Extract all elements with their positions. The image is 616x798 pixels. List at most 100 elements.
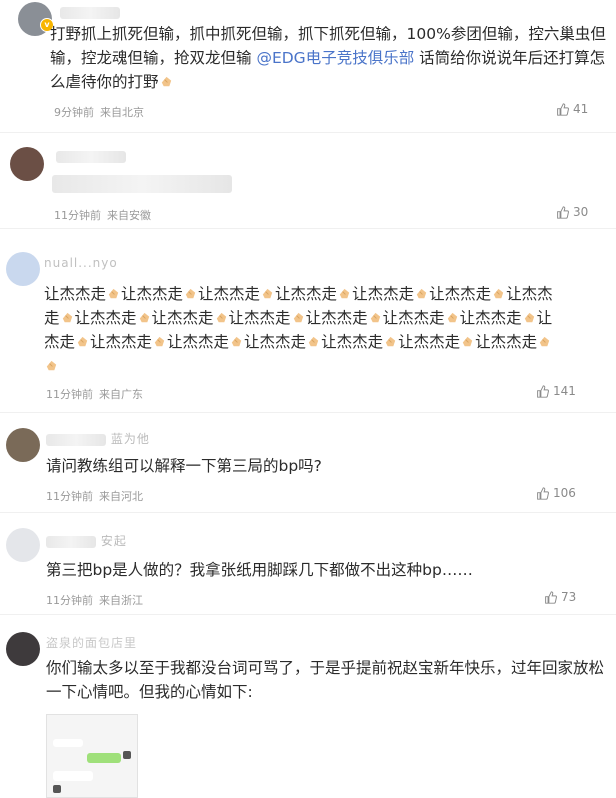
comment-text: 请问教练组可以解释一下第三局的bp吗? <box>46 457 322 475</box>
avatar[interactable] <box>10 147 44 181</box>
chant-word: 让杰杰走 <box>382 309 445 327</box>
username[interactable]: nuall...nyo <box>44 256 118 270</box>
clapping-hands-emoji <box>416 288 427 299</box>
comment-6: 盗泉的面包店里 你们输太多以至于我都没台词可骂了，于是乎提前祝赵宝新年快乐，过年… <box>0 624 616 798</box>
attached-image[interactable] <box>46 714 138 798</box>
comment-1: v 打野抓上抓死但输，抓中抓死但输，抓下抓死但输，100%参团但输，控六巢虫但输… <box>0 0 616 130</box>
clapping-hands-emoji <box>539 336 550 347</box>
clapping-hands-emoji <box>46 360 57 371</box>
location: 来自浙江 <box>99 594 143 607</box>
chant-word: 杰走 <box>44 333 76 351</box>
chant-word: 让杰杰走 <box>321 333 384 351</box>
location: 来自安徽 <box>107 209 151 222</box>
timestamp: 11分钟前 <box>54 209 101 222</box>
like-count: 73 <box>561 590 577 604</box>
like-count: 141 <box>553 384 576 398</box>
clapping-hands-emoji <box>293 312 303 323</box>
divider <box>0 412 616 413</box>
clapping-hands-emoji <box>524 312 534 323</box>
chant-word: 让杰杰走 <box>305 309 368 327</box>
chant-word: 让杰杰走 <box>244 333 307 351</box>
thumb-up-icon <box>537 384 549 398</box>
comment-text-redacted <box>52 171 232 195</box>
chant-word: 让杰杰走 <box>90 333 153 351</box>
avatar[interactable] <box>6 428 40 462</box>
chant-word: 让杰杰走 <box>198 285 261 303</box>
mention-link[interactable]: @EDG电子竞技俱乐部 <box>256 49 414 67</box>
chant-line: 走让杰杰走 让杰杰走 让杰杰走 让杰杰走 让杰杰走 让杰杰走让 <box>44 306 604 330</box>
timestamp: 9分钟前 <box>54 106 94 119</box>
chant-word: 让杰杰 <box>506 285 553 303</box>
clapping-hands-emoji <box>385 336 396 347</box>
comment-text: 你们输太多以至于我都没台词可骂了，于是乎提前祝赵宝新年快乐，过年回家放松一下心情… <box>46 659 605 701</box>
comment-2: 11分钟前 来自安徽 30 <box>0 135 616 225</box>
comment-meta: 11分钟前 来自安徽 <box>54 207 157 223</box>
timestamp: 11分钟前 <box>46 490 93 503</box>
avatar[interactable] <box>6 632 40 666</box>
comment-meta: 9分钟前 来自北京 <box>54 104 150 120</box>
comment-meta: 11分钟前 来自河北 <box>46 488 149 504</box>
like-button[interactable]: 106 <box>536 486 576 500</box>
chant-word: 让 <box>536 309 553 327</box>
thumb-up-icon <box>557 102 569 116</box>
clapping-hands-emoji <box>216 312 226 323</box>
divider <box>0 614 616 615</box>
image-chat-bubble <box>53 739 83 747</box>
like-button[interactable]: 141 <box>536 384 576 398</box>
clapping-hands-emoji <box>462 336 473 347</box>
comment-text: 打野抓上抓死但输，抓中抓死但输，抓下抓死但输，100%参团但输，控六巢虫但输，控… <box>50 25 606 91</box>
chant-word: 让杰杰走 <box>275 285 338 303</box>
clapping-hands-emoji <box>185 288 196 299</box>
chant-text: 让杰杰走 让杰杰走 让杰杰走 让杰杰走 让杰杰走 让杰杰走 让杰杰走让杰杰走 让杰杰走 让杰杰走… <box>44 282 604 378</box>
clapping-hands-emoji <box>231 336 242 347</box>
avatar[interactable] <box>6 252 40 286</box>
clapping-hands-emoji <box>308 336 319 347</box>
clapping-hands-emoji <box>77 336 88 347</box>
username[interactable]: 蓝为他 <box>46 430 150 447</box>
username[interactable]: 盗泉的面包店里 <box>46 634 137 651</box>
clapping-hands-emoji <box>139 312 149 323</box>
clapping-hands-emoji <box>108 288 119 299</box>
chant-line: 让杰杰走 让杰杰走 让杰杰走 让杰杰走 让杰杰走 让杰杰走 让杰杰 <box>44 282 604 306</box>
chant-word: 让杰杰走 <box>352 285 415 303</box>
username[interactable] <box>56 149 126 163</box>
clapping-hands-emoji <box>62 312 72 323</box>
timestamp: 11分钟前 <box>46 594 93 607</box>
comment-5: 安起 第三把bp是人做的？我拿张纸用脚踩几下都做不出这种bp…… 11分钟前 来自… <box>0 522 616 614</box>
divider <box>0 228 616 229</box>
chant-word: 让杰杰走 <box>429 285 492 303</box>
clapping-hands-emoji <box>262 288 273 299</box>
chant-word: 让杰杰走 <box>167 333 230 351</box>
comment-text: 第三把bp是人做的？我拿张纸用脚踩几下都做不出这种bp…… <box>46 561 473 579</box>
like-button[interactable]: 41 <box>556 102 588 116</box>
image-chat-bubble <box>87 753 121 763</box>
chant-word: 让杰杰走 <box>398 333 461 351</box>
image-chat-bubble <box>53 771 93 781</box>
chant-word: 走 <box>44 309 60 327</box>
comment-meta: 11分钟前 来自广东 <box>46 386 149 402</box>
like-button[interactable]: 30 <box>556 205 588 219</box>
location: 来自北京 <box>100 106 144 119</box>
chant-word: 让杰杰走 <box>228 309 291 327</box>
timestamp: 11分钟前 <box>46 388 93 401</box>
thumb-up-icon <box>537 486 549 500</box>
clapping-hands-emoji <box>161 76 171 87</box>
chant-line: 杰走 让杰杰走 让杰杰走 让杰杰走 让杰杰走 让杰杰走 让杰杰走 <box>44 330 604 354</box>
comment-4: 蓝为他 请问教练组可以解释一下第三局的bp吗? 11分钟前 来自河北 106 <box>0 420 616 510</box>
clapping-hands-emoji <box>370 312 380 323</box>
chant-word: 让杰杰走 <box>44 285 107 303</box>
divider <box>0 512 616 513</box>
clapping-hands-emoji <box>154 336 165 347</box>
divider <box>0 132 616 133</box>
location: 来自河北 <box>99 490 143 503</box>
chant-word: 让杰杰走 <box>151 309 214 327</box>
username[interactable] <box>60 5 120 19</box>
avatar[interactable] <box>6 528 40 562</box>
image-chat-avatar <box>53 785 61 793</box>
thumb-up-icon <box>557 205 569 219</box>
like-button[interactable]: 73 <box>544 590 576 604</box>
clapping-hands-emoji <box>493 288 504 299</box>
like-count: 30 <box>573 205 589 219</box>
chant-word: 让杰杰走 <box>459 309 522 327</box>
username[interactable]: 安起 <box>46 532 127 549</box>
